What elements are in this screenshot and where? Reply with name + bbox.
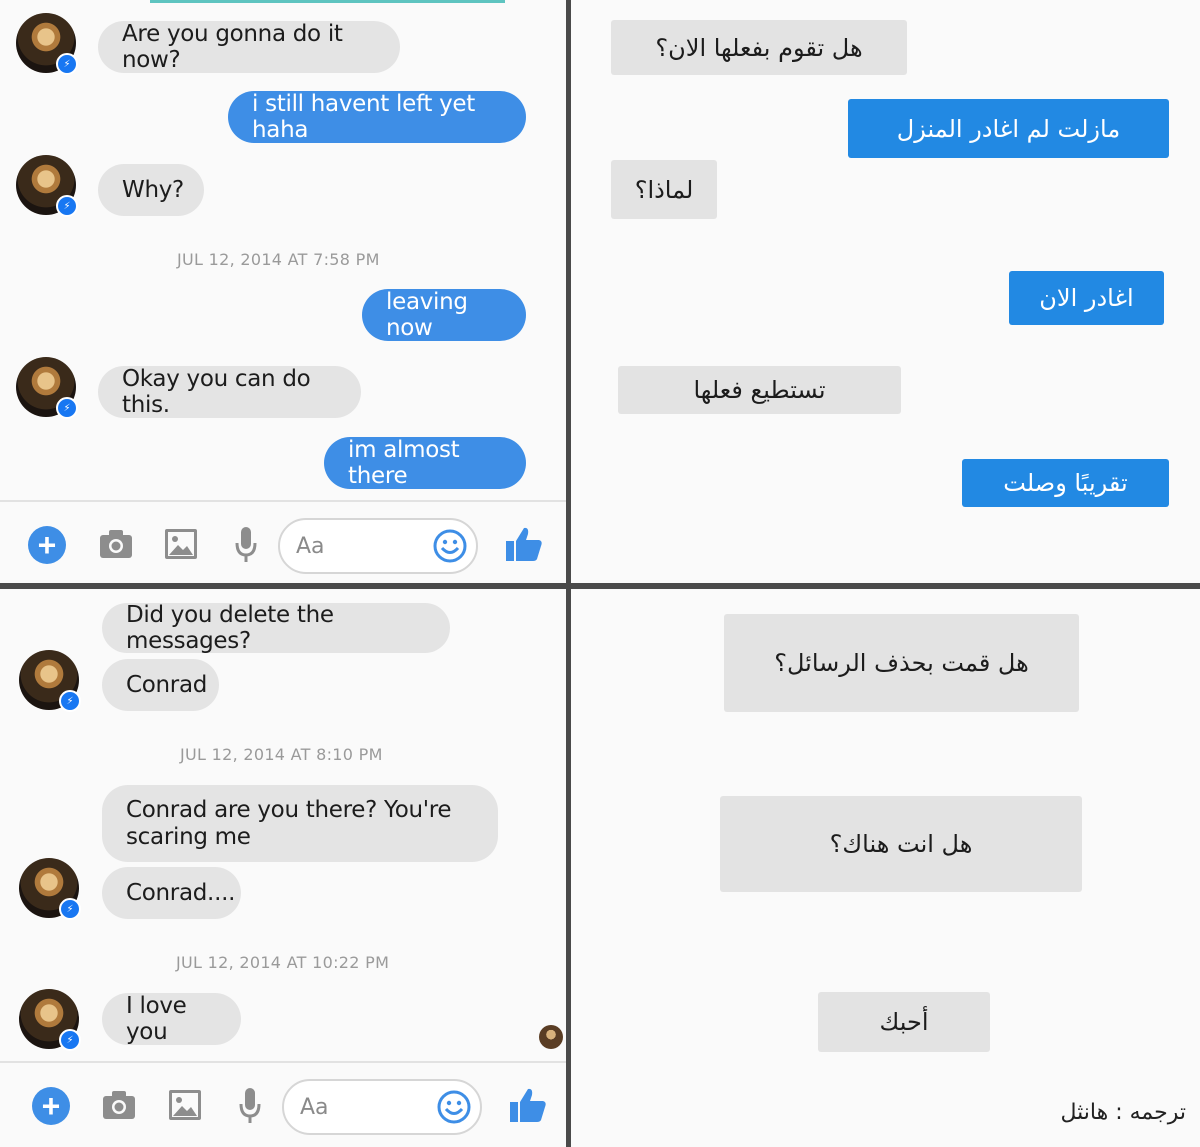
translated-incoming-message: أحبك (818, 992, 990, 1052)
camera-icon[interactable] (101, 1089, 137, 1121)
timestamp: JUL 12, 2014 AT 8:10 PM (180, 745, 383, 764)
messenger-badge-icon: ⚡ (56, 195, 78, 217)
image-icon[interactable] (168, 1089, 202, 1121)
top-accent-line (150, 0, 505, 3)
messenger-badge-icon: ⚡ (56, 397, 78, 419)
translated-outgoing-message: تقريبًا وصلت (962, 459, 1169, 507)
contact-avatar[interactable]: ⚡ (19, 650, 81, 712)
thumbs-up-icon[interactable] (504, 524, 544, 564)
plus-icon[interactable]: + (28, 526, 66, 564)
bottom-chat-panel: Did you delete the messages? ⚡ Conrad JU… (0, 589, 566, 1147)
emoji-icon[interactable] (436, 1089, 472, 1125)
timestamp: JUL 12, 2014 AT 10:22 PM (176, 953, 390, 972)
contact-avatar[interactable]: ⚡ (19, 858, 81, 920)
thumbs-up-icon[interactable] (508, 1085, 548, 1125)
outgoing-message[interactable]: leaving now (362, 289, 526, 341)
microphone-icon[interactable] (234, 526, 258, 564)
message-composer: + Aa (0, 1061, 566, 1147)
incoming-message[interactable]: Conrad (102, 659, 219, 711)
translated-incoming-message: هل تقوم بفعلها الان؟ (611, 20, 907, 75)
incoming-message[interactable]: I love you (102, 993, 241, 1045)
incoming-message[interactable]: Conrad.... (102, 867, 241, 919)
messenger-badge-icon: ⚡ (59, 690, 81, 712)
outgoing-message[interactable]: im almost there (324, 437, 526, 489)
outgoing-message[interactable]: i still havent left yet haha (228, 91, 526, 143)
incoming-message[interactable]: Did you delete the messages? (102, 602, 450, 654)
camera-icon[interactable] (98, 528, 134, 560)
messenger-badge-icon: ⚡ (56, 53, 78, 75)
incoming-message[interactable]: Are you gonna do it now? (98, 21, 400, 73)
contact-avatar[interactable]: ⚡ (19, 989, 81, 1051)
messenger-badge-icon: ⚡ (59, 1029, 81, 1051)
contact-avatar[interactable]: ⚡ (16, 357, 78, 419)
input-placeholder: Aa (300, 1095, 329, 1120)
contact-avatar[interactable]: ⚡ (16, 155, 78, 217)
top-chat-panel: ⚡ Are you gonna do it now? i still haven… (0, 0, 566, 583)
incoming-message[interactable]: Conrad are you there? You're scaring me (102, 785, 498, 862)
microphone-icon[interactable] (238, 1087, 262, 1125)
incoming-message[interactable]: Okay you can do this. (98, 366, 361, 418)
translated-outgoing-message: مازلت لم اغادر المنزل (848, 99, 1169, 158)
bottom-translation-panel: هل قمت بحذف الرسائل؟ هل انت هناك؟ أحبك ت… (571, 589, 1200, 1147)
input-placeholder: Aa (296, 534, 325, 559)
translated-incoming-message: هل انت هناك؟ (720, 796, 1082, 892)
message-input[interactable]: Aa (282, 1079, 482, 1135)
message-input[interactable]: Aa (278, 518, 478, 574)
message-composer: + Aa (0, 500, 566, 583)
messenger-badge-icon: ⚡ (59, 898, 81, 920)
translated-incoming-message: تستطيع فعلها (618, 366, 901, 414)
incoming-message[interactable]: Why? (98, 164, 204, 216)
translator-credit: ترجمه : هانثل (1060, 1100, 1186, 1125)
top-translation-panel: هل تقوم بفعلها الان؟ مازلت لم اغادر المن… (571, 0, 1200, 583)
timestamp: JUL 12, 2014 AT 7:58 PM (177, 250, 380, 269)
translated-outgoing-message: اغادر الان (1009, 271, 1164, 325)
emoji-icon[interactable] (432, 528, 468, 564)
plus-icon[interactable]: + (32, 1087, 70, 1125)
read-receipt-avatar (539, 1025, 563, 1049)
translated-incoming-message: هل قمت بحذف الرسائل؟ (724, 614, 1079, 712)
contact-avatar[interactable]: ⚡ (16, 13, 78, 75)
translated-incoming-message: لماذا؟ (611, 160, 717, 219)
image-icon[interactable] (164, 528, 198, 560)
